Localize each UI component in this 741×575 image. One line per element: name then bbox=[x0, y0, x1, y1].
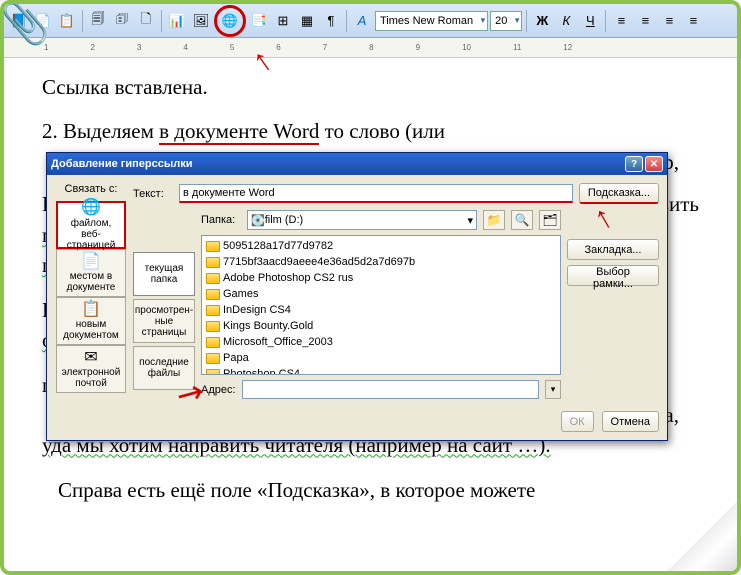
align-justify-button[interactable]: ≡ bbox=[682, 10, 704, 32]
doc-line: 2. Выделяем в документе Word то слово (и… bbox=[42, 116, 699, 146]
tb-btn[interactable]: ▦ bbox=[296, 10, 318, 32]
file-item[interactable]: Microsoft_Office_2003 bbox=[204, 334, 558, 350]
tb-btn[interactable]: 🖼 bbox=[190, 10, 212, 32]
bold-button[interactable]: Ж bbox=[531, 10, 553, 32]
tb-btn[interactable]: A bbox=[351, 10, 373, 32]
tb-btn[interactable]: 📑 bbox=[248, 10, 270, 32]
file-item[interactable]: 7715bf3aacd9aeee4e36ad5d2a7d697b bbox=[204, 254, 558, 270]
align-center-button[interactable]: ≡ bbox=[634, 10, 656, 32]
align-left-button[interactable]: ≡ bbox=[610, 10, 632, 32]
file-list[interactable]: 5095128a17d77d97827715bf3aacd9aeee4e36ad… bbox=[201, 235, 561, 375]
text-label: Текст: bbox=[133, 188, 173, 200]
ok-button[interactable]: ОК bbox=[561, 411, 594, 432]
browse-tab[interactable]: просмотрен-ные страницы bbox=[133, 299, 195, 343]
address-label: Адрес: bbox=[201, 384, 236, 396]
italic-button[interactable]: К bbox=[555, 10, 577, 32]
file-item[interactable]: Photoshop CS4 bbox=[204, 366, 558, 375]
dialog-title: Добавление гиперссылки bbox=[51, 158, 623, 170]
browse-file-button[interactable]: 🗂 bbox=[539, 210, 561, 230]
browse-tab[interactable]: последние файлы bbox=[133, 346, 195, 390]
file-item[interactable]: 5095128a17d77d9782 bbox=[204, 238, 558, 254]
file-item[interactable]: InDesign CS4 bbox=[204, 302, 558, 318]
hyperlink-dialog: Добавление гиперссылки ? ✕ Связать с: 🌐ф… bbox=[46, 152, 668, 441]
tb-btn[interactable]: 📋 bbox=[56, 10, 78, 32]
paperclip-icon: 📎 bbox=[0, 0, 50, 47]
help-button[interactable]: ? bbox=[625, 156, 643, 172]
tb-btn[interactable]: 🗐 bbox=[87, 10, 109, 32]
link-with-label: Связать с: bbox=[65, 183, 118, 195]
doc-line: Справа есть ещё поле «Подсказка», в кото… bbox=[42, 475, 699, 505]
doc-line: Ссылка вставлена. bbox=[42, 72, 699, 102]
file-item[interactable]: Papa bbox=[204, 350, 558, 366]
tb-btn[interactable]: ⊞ bbox=[272, 10, 294, 32]
browse-tab[interactable]: текущая папка bbox=[133, 252, 195, 296]
link-to-option[interactable]: ✉электронной почтой bbox=[56, 345, 126, 393]
up-folder-button[interactable]: 📁 bbox=[483, 210, 505, 230]
link-to-option[interactable]: 📋новым документом bbox=[56, 297, 126, 345]
ruler: 123456789101112 bbox=[4, 38, 737, 58]
file-item[interactable]: Games bbox=[204, 286, 558, 302]
font-name-select[interactable]: Times New Roman bbox=[375, 11, 488, 31]
hyperlink-button[interactable]: 🌐 bbox=[219, 10, 241, 32]
folder-label: Папка: bbox=[201, 214, 241, 226]
file-item[interactable]: Adobe Photoshop CS2 rus bbox=[204, 270, 558, 286]
toolbar: 📘 📄 📋 🗐 🗊 🗋 📊 🖼 🌐 📑 ⊞ ▦ ¶ A Times New Ro… bbox=[4, 4, 737, 38]
browse-web-button[interactable]: 🔍 bbox=[511, 210, 533, 230]
folder-select[interactable]: 💽 film (D:) ▾ bbox=[247, 210, 477, 230]
font-size-select[interactable]: 20 bbox=[490, 11, 522, 31]
tb-btn[interactable]: ¶ bbox=[320, 10, 342, 32]
hyperlink-button-highlight: 🌐 bbox=[214, 5, 246, 37]
tb-btn[interactable]: 🗊 bbox=[111, 10, 133, 32]
dialog-titlebar: Добавление гиперссылки ? ✕ bbox=[47, 153, 667, 175]
text-input[interactable] bbox=[179, 184, 573, 203]
bookmark-button[interactable]: Закладка... bbox=[567, 239, 659, 260]
frame-select-button[interactable]: Выбор рамки... bbox=[567, 265, 659, 286]
link-to-option[interactable]: 📄местом в документе bbox=[56, 249, 126, 297]
underline-button[interactable]: Ч bbox=[579, 10, 601, 32]
link-to-option[interactable]: 🌐файлом, веб-страницей bbox=[56, 201, 126, 249]
close-button[interactable]: ✕ bbox=[645, 156, 663, 172]
tb-btn[interactable]: 🗋 bbox=[135, 10, 157, 32]
file-item[interactable]: Kings Bounty.Gold bbox=[204, 318, 558, 334]
hint-button[interactable]: Подсказка... bbox=[579, 183, 659, 204]
tb-btn[interactable]: 📊 bbox=[166, 10, 188, 32]
address-input[interactable] bbox=[242, 380, 539, 399]
align-right-button[interactable]: ≡ bbox=[658, 10, 680, 32]
cancel-button[interactable]: Отмена bbox=[602, 411, 659, 432]
address-dropdown[interactable]: ▾ bbox=[545, 380, 561, 399]
